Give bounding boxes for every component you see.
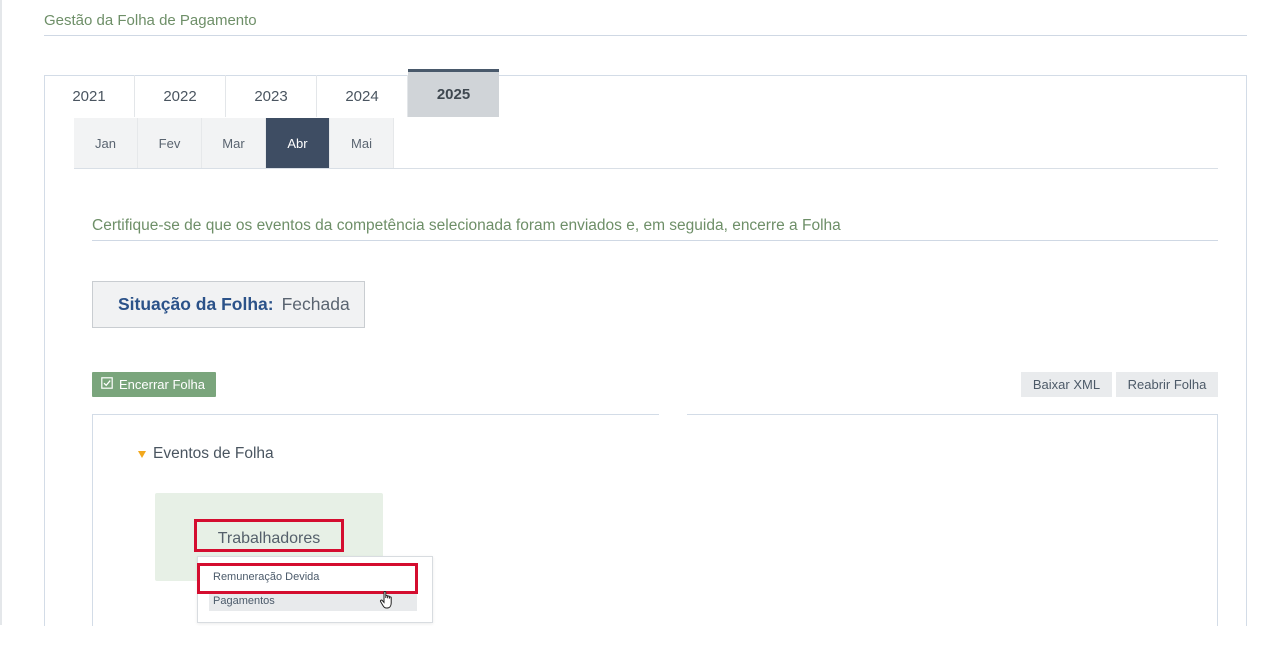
year-tabs: 2021 2022 2023 2024 2025	[44, 69, 499, 118]
tab-month-mar[interactable]: Mar	[202, 118, 266, 168]
tab-year-2022[interactable]: 2022	[135, 75, 226, 117]
title-divider	[44, 35, 1247, 36]
status-label: Situação da Folha:	[118, 294, 274, 314]
tab-year-2025[interactable]: 2025	[408, 69, 499, 117]
instruction-divider	[92, 240, 1218, 241]
reopen-payroll-button[interactable]: Reabrir Folha	[1116, 372, 1218, 397]
tab-month-mai[interactable]: Mai	[330, 118, 394, 168]
download-xml-button[interactable]: Baixar XML	[1021, 372, 1112, 397]
tab-year-2021[interactable]: 2021	[44, 75, 135, 117]
status-value: Fechada	[281, 294, 350, 314]
close-payroll-button[interactable]: Encerrar Folha	[92, 372, 216, 397]
workers-button[interactable]: Trabalhadores	[194, 519, 344, 552]
events-panel-gap	[659, 412, 687, 416]
left-edge-divider	[0, 0, 2, 625]
payroll-status-box: Situação da Folha: Fechada	[92, 281, 365, 328]
close-payroll-label: Encerrar Folha	[119, 377, 205, 392]
events-section-toggle[interactable]: Eventos de Folha	[138, 445, 274, 463]
hand-cursor-icon	[378, 589, 398, 611]
caret-down-icon	[138, 450, 146, 458]
instruction-text: Certifique-se de que os eventos da compe…	[92, 217, 841, 234]
page-title: Gestão da Folha de Pagamento	[44, 12, 257, 29]
tab-year-2023[interactable]: 2023	[226, 75, 317, 117]
tab-month-abr[interactable]: Abr	[266, 118, 330, 168]
tab-month-jan[interactable]: Jan	[74, 118, 138, 168]
checkbox-icon	[101, 377, 113, 392]
events-section-title: Eventos de Folha	[153, 445, 274, 462]
tab-month-fev[interactable]: Fev	[138, 118, 202, 168]
month-tabs: Jan Fev Mar Abr Mai	[74, 118, 394, 168]
bottom-blank-area	[0, 626, 1274, 665]
tab-year-2024[interactable]: 2024	[317, 75, 408, 117]
month-tabs-divider	[74, 168, 1218, 169]
